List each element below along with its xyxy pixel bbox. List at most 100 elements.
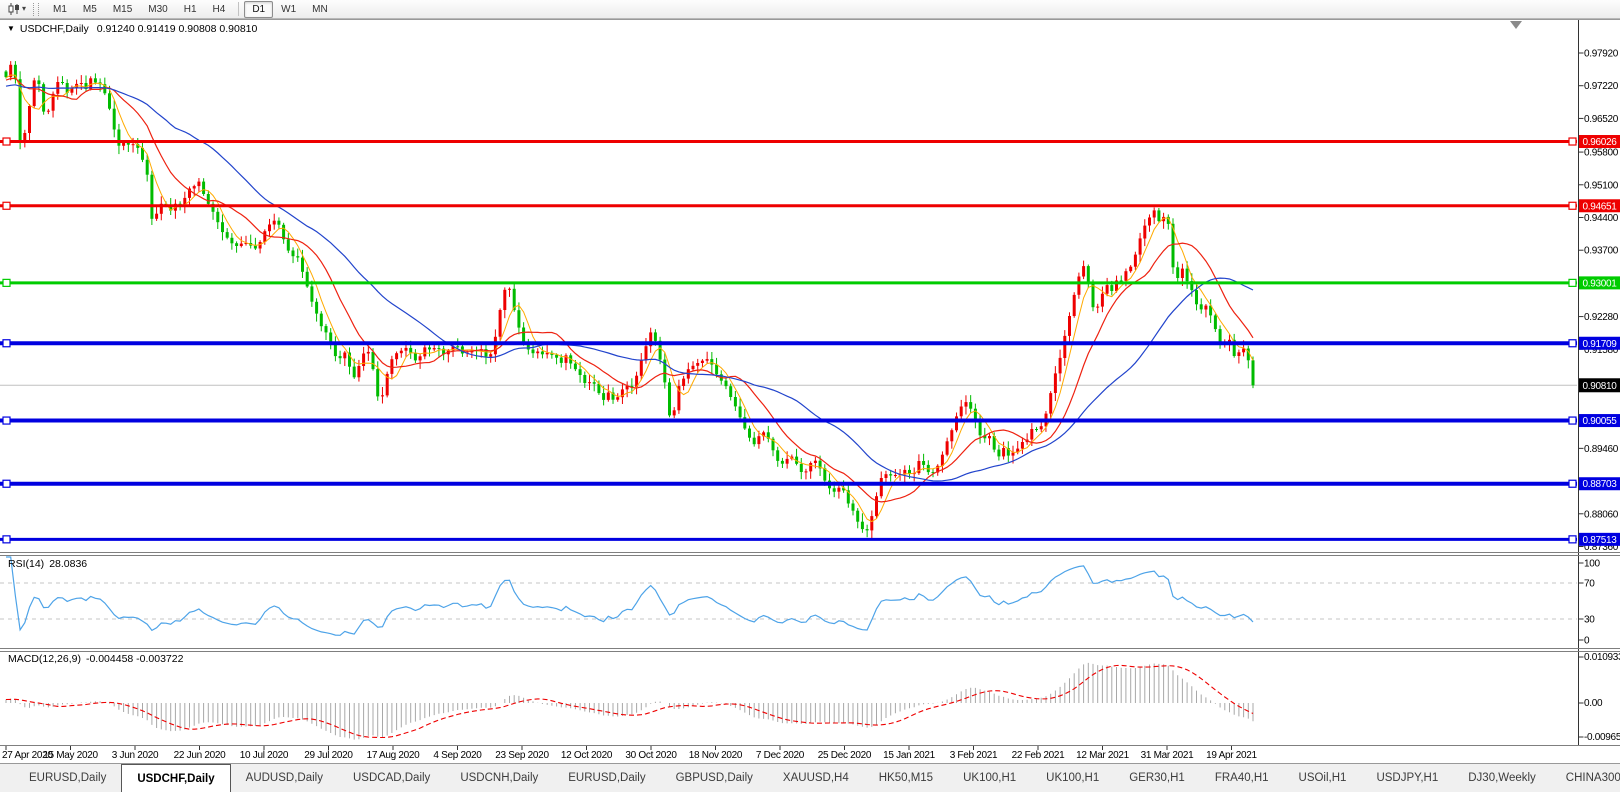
- level-price-badge-text: 0.91709: [1582, 339, 1617, 350]
- level-line-handle[interactable]: [2, 201, 11, 210]
- tab-eurusd-daily[interactable]: EURUSD,Daily: [553, 764, 660, 792]
- rsi-line: [6, 556, 1254, 636]
- tab-uk100-h1[interactable]: UK100,H1: [1031, 764, 1114, 792]
- date-axis-label: 15 Jan 2021: [883, 750, 935, 761]
- macd-signal-line: [5, 664, 1254, 739]
- level-line-handle[interactable]: [2, 278, 11, 287]
- timeframe-toolbar: ▾ M1 M5 M15 M30 H1 H4 D1 W1 MN: [0, 0, 1620, 19]
- tab-usdcad-daily[interactable]: USDCAD,Daily: [338, 764, 445, 792]
- date-axis-label: 19 Apr 2021: [1206, 750, 1257, 761]
- level-price-badge-text: 0.96026: [1582, 137, 1617, 148]
- timeframe-button-m5[interactable]: M5: [75, 1, 105, 18]
- level-line-handle[interactable]: [2, 137, 11, 146]
- macd-pane: [5, 662, 1254, 740]
- chart-type-button[interactable]: ▾: [4, 1, 29, 17]
- date-axis-label: 31 Mar 2021: [1141, 750, 1195, 761]
- price-tick-label: 0.97220: [1584, 81, 1619, 92]
- level-line-handle[interactable]: [1568, 479, 1577, 488]
- tab-usoil-h1[interactable]: USOil,H1: [1284, 764, 1362, 792]
- level-line-handle[interactable]: [1568, 339, 1577, 348]
- level-line-handle[interactable]: [1568, 416, 1577, 425]
- date-axis-label: 18 Nov 2020: [689, 750, 743, 761]
- candlestick-chart-icon: [8, 3, 19, 15]
- date-axis-label: 10 Jul 2020: [240, 750, 289, 761]
- collapse-icon[interactable]: ▼: [7, 24, 15, 33]
- price-tick-label: 0.95100: [1584, 180, 1619, 191]
- level-line-handle[interactable]: [2, 535, 11, 544]
- tab-fra40-h1[interactable]: FRA40,H1: [1200, 764, 1284, 792]
- price-tick-label: 0.94400: [1584, 213, 1619, 224]
- price-tick-label: 0.95800: [1584, 148, 1619, 159]
- level-line-handle[interactable]: [1568, 201, 1577, 210]
- tab-ger30-h1[interactable]: GER30,H1: [1114, 764, 1200, 792]
- date-axis-label: 30 Oct 2020: [625, 750, 677, 761]
- level-line-handle[interactable]: [1568, 278, 1577, 287]
- tab-uk100-h1[interactable]: UK100,H1: [948, 764, 1031, 792]
- date-axis-label: 17 Aug 2020: [367, 750, 421, 761]
- candlestick-series: [4, 61, 1255, 539]
- tab-usdjpy-h1[interactable]: USDJPY,H1: [1361, 764, 1453, 792]
- level-line-handle[interactable]: [2, 416, 11, 425]
- rsi-indicator-label: RSI(14) 28.0836: [8, 558, 87, 570]
- rsi-name: RSI(14): [8, 558, 45, 570]
- chart-canvas[interactable]: 0.97920 0.97220 0.96520 0.95800 0.95100 0.944…: [0, 0, 1620, 792]
- date-axis-label: 23 Sep 2020: [495, 750, 549, 761]
- price-tick-label: 0.96520: [1584, 114, 1619, 125]
- price-tick-label: 0.92280: [1584, 312, 1619, 323]
- macd-axis-label: 0.010933: [1584, 652, 1620, 663]
- tab-usdchf-daily[interactable]: USDCHF,Daily: [121, 764, 231, 792]
- macd-axis-label: 0.00: [1584, 698, 1603, 709]
- tab-gbpusd-daily[interactable]: GBPUSD,Daily: [661, 764, 768, 792]
- timeframe-button-m30[interactable]: M30: [140, 1, 175, 18]
- tab-hk50-m15[interactable]: HK50,M15: [864, 764, 948, 792]
- timeframe-button-d1[interactable]: D1: [244, 0, 274, 18]
- rsi-axis-label: 70: [1584, 579, 1595, 590]
- macd-name: MACD(12,26,9): [8, 653, 81, 665]
- price-tick-label: 0.89460: [1584, 444, 1619, 455]
- date-axis-label: 3 Jun 2020: [112, 750, 159, 761]
- timeframe-button-h1[interactable]: H1: [176, 1, 205, 18]
- tab-china300-h1[interactable]: CHINA300,H1: [1551, 764, 1620, 792]
- tab-dj30-weekly[interactable]: DJ30,Weekly: [1453, 764, 1551, 792]
- level-line-handle[interactable]: [1568, 535, 1577, 544]
- main-price-pane: [0, 61, 1577, 539]
- date-axis-label: 12 Mar 2021: [1076, 750, 1130, 761]
- chart-symbol-label: USDCHF,Daily: [19, 23, 89, 35]
- macd-values: -0.004458 -0.003722: [85, 653, 184, 665]
- caret-down-icon: ▾: [22, 4, 27, 13]
- level-line-handle[interactable]: [2, 479, 11, 488]
- date-axis-label: 4 Sep 2020: [433, 750, 482, 761]
- timeframe-button-w1[interactable]: W1: [273, 1, 304, 18]
- level-price-badge-text: 0.94651: [1582, 201, 1617, 212]
- chart-shift-marker[interactable]: [1510, 21, 1522, 29]
- level-line-handle[interactable]: [2, 339, 11, 348]
- tab-xauusd-h4[interactable]: XAUUSD,H4: [768, 764, 864, 792]
- date-axis-label: 12 Oct 2020: [561, 750, 613, 761]
- date-axis-label: 22 Jun 2020: [174, 750, 226, 761]
- macd-axis-label: -0.009653: [1584, 732, 1620, 743]
- timeframe-button-mn[interactable]: MN: [304, 1, 336, 18]
- level-price-badge-text: 0.90055: [1582, 416, 1617, 427]
- toolbar-grip[interactable]: [33, 2, 40, 16]
- tab-eurusd-daily[interactable]: EURUSD,Daily: [14, 764, 121, 792]
- price-tick-label: 0.97920: [1584, 49, 1619, 60]
- rsi-axis-label: 100: [1584, 559, 1601, 570]
- date-axis-label: 29 Jul 2020: [304, 750, 353, 761]
- price-tick-label: 0.93700: [1584, 246, 1619, 257]
- period-buttons: M1 M5 M15 M30 H1 H4 D1 W1 MN: [45, 0, 336, 18]
- tab-audusd-daily[interactable]: AUDUSD,Daily: [231, 764, 338, 792]
- current-price-badge-text: 0.90810: [1582, 381, 1617, 392]
- level-price-badge-text: 0.87513: [1582, 535, 1617, 546]
- timeframe-button-m15[interactable]: M15: [105, 1, 140, 18]
- macd-indicator-label: MACD(12,26,9) -0.004458 -0.003722: [8, 653, 183, 665]
- tab-usdcnh-daily[interactable]: USDCNH,Daily: [445, 764, 553, 792]
- rsi-pane: [0, 556, 1577, 636]
- timeframe-button-h4[interactable]: H4: [205, 1, 234, 18]
- chart-title: ▼ USDCHF,Daily 0.91240 0.91419 0.90808 0.9…: [7, 23, 257, 35]
- date-axis-label: 22 Feb 2021: [1012, 750, 1066, 761]
- chart-ohlc-values: 0.91240 0.91419 0.90808 0.90810: [96, 23, 258, 35]
- timeframe-button-m1[interactable]: M1: [45, 1, 75, 18]
- date-axis-label: 15 May 2020: [43, 750, 98, 761]
- toolbar-separator: [238, 2, 240, 16]
- level-line-handle[interactable]: [1568, 137, 1577, 146]
